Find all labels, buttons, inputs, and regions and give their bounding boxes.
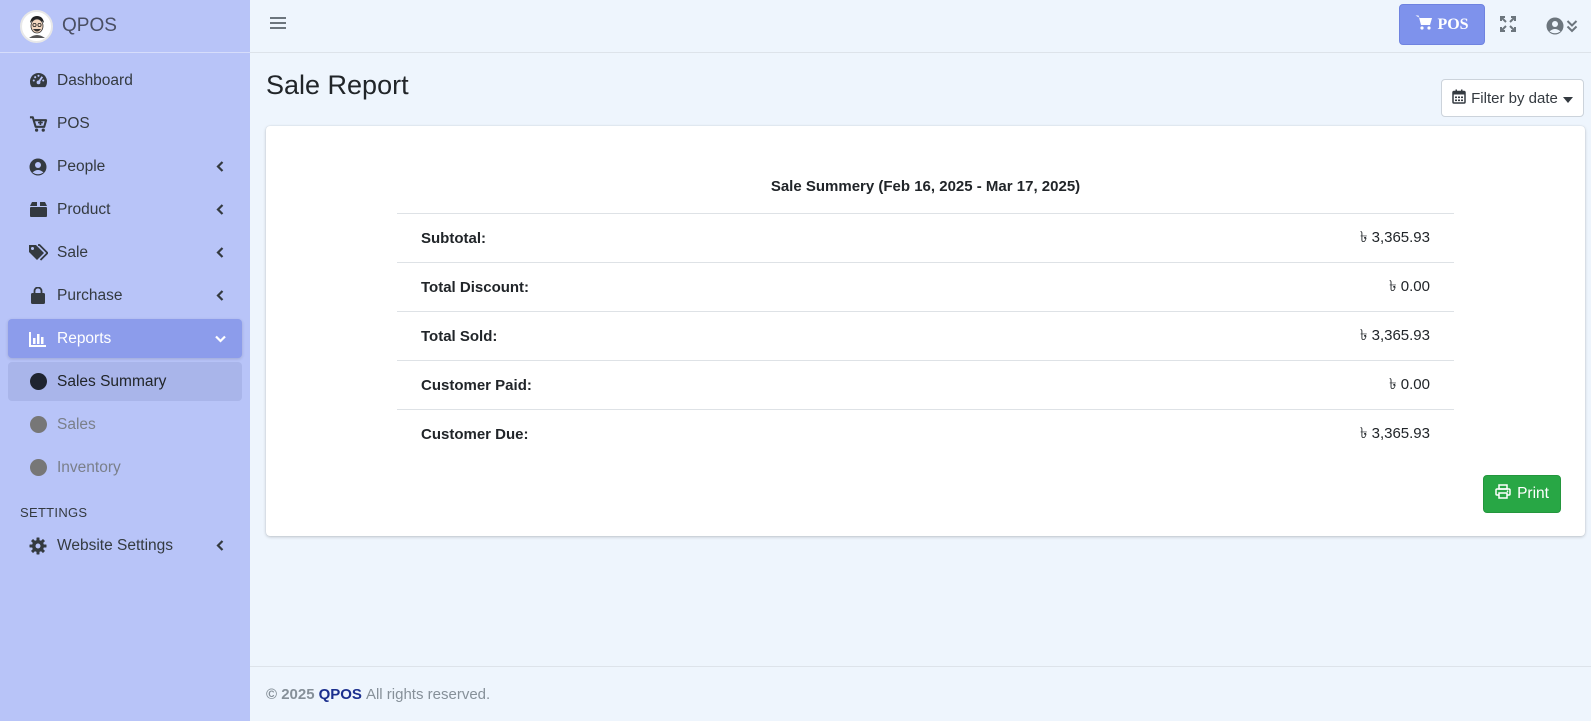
sidebar-item-label: Reports [57,329,112,347]
row-value: ৳ 0.00 [1003,262,1454,312]
brand-logo [20,9,53,43]
footer: © 2025 QPOS All rights reserved. [250,666,1591,721]
user-circle-icon [28,157,48,177]
row-label: Total Discount: [397,262,1004,312]
circle-icon [28,372,48,392]
row-value: ৳ 3,365.93 [1003,213,1454,263]
sidebar-item-dashboard[interactable]: Dashboard [8,61,242,100]
filter-by-date-button[interactable]: Filter by date [1441,79,1584,117]
footer-brand-link[interactable]: QPOS [319,686,362,703]
sidebar-item-label: Inventory [57,458,121,476]
row-label: Customer Due: [397,409,1004,459]
sidebar-item-label: POS [57,114,90,132]
page-title: Sale Report [266,70,409,100]
chevron-left-icon [214,540,226,552]
cart-plus-icon [28,114,48,134]
row-value: ৳ 0.00 [1003,360,1454,410]
chevron-left-icon [214,247,226,259]
sidebar-item-label: Sales [57,415,96,433]
box-icon [28,200,48,220]
row-value: ৳ 3,365.93 [1003,311,1454,361]
hamburger-menu-icon[interactable] [270,16,290,36]
sidebar-item-purchase[interactable]: Purchase [8,276,242,315]
sale-summary-card: Sale Summery (Feb 16, 2025 - Mar 17, 202… [266,126,1585,536]
chevron-left-icon [214,161,226,173]
top-navbar: POS [250,0,1591,53]
circle-icon [28,458,48,478]
sidebar-item-label: Dashboard [57,71,133,89]
sidebar: QPOS Dashboard POS People Product Sale P… [0,0,250,721]
chevron-left-icon [214,204,226,216]
sidebar-item-label: Website Settings [57,536,174,554]
row-label: Total Sold: [397,311,1004,361]
table-row: Customer Paid: ৳ 0.00 [397,360,1454,410]
sidebar-subitem-sales-summary[interactable]: Sales Summary [8,362,242,401]
row-label: Subtotal: [397,213,1004,263]
user-menu-icon[interactable] [1546,15,1582,37]
pos-button-label: POS [1437,15,1469,33]
printer-icon [1495,484,1511,504]
chevron-left-icon [214,290,226,302]
footer-copyright: © 2025 [266,685,315,703]
summary-title: Sale Summery (Feb 16, 2025 - Mar 17, 202… [770,178,1081,195]
sidebar-item-label: People [57,157,106,175]
shopping-cart-icon [1415,14,1433,35]
pos-button[interactable]: POS [1399,4,1485,45]
table-row: Customer Due: ৳ 3,365.93 [397,409,1454,459]
sidebar-item-website-settings[interactable]: Website Settings [8,526,242,565]
brand-name: QPOS [62,15,117,36]
brand[interactable]: QPOS [0,0,250,53]
table-row: Total Discount: ৳ 0.00 [397,262,1454,312]
row-value: ৳ 3,365.93 [1003,409,1454,459]
sidebar-item-pos[interactable]: POS [8,104,242,143]
sidebar-item-label: Product [57,200,111,218]
gear-icon [28,536,48,556]
table-row: Subtotal: ৳ 3,365.93 [397,213,1454,263]
sidebar-item-product[interactable]: Product [8,190,242,229]
tachometer-icon [28,71,48,91]
sidebar-item-people[interactable]: People [8,147,242,186]
shopping-bag-icon [28,286,48,306]
sidebar-item-reports[interactable]: Reports [8,319,242,358]
chevron-down-icon [214,333,226,345]
sidebar-nav: Dashboard POS People Product Sale Purcha… [0,53,250,565]
table-row: Total Sold: ৳ 3,365.93 [397,311,1454,361]
summary-table: Subtotal: ৳ 3,365.93 Total Discount: ৳ 0… [397,213,1454,459]
fullscreen-icon[interactable] [1500,16,1520,36]
caret-down-icon [1562,90,1573,107]
sidebar-subitem-inventory[interactable]: Inventory [8,448,242,487]
sidebar-item-label: Sale [57,243,89,261]
sidebar-item-sale[interactable]: Sale [8,233,242,272]
filter-by-date-label: Filter by date [1471,89,1558,107]
footer-rights: All rights reserved. [365,685,491,703]
tags-icon [28,243,48,263]
row-label: Customer Paid: [397,360,1004,410]
print-button-label: Print [1517,485,1549,502]
sidebar-item-label: Sales Summary [57,372,167,390]
calendar-icon [1452,89,1466,108]
sidebar-item-label: Purchase [57,286,123,304]
circle-icon [28,415,48,435]
sidebar-section-header: SETTINGS [20,505,88,520]
sidebar-subitem-sales[interactable]: Sales [8,405,242,444]
bar-chart-icon [28,329,48,349]
print-button[interactable]: Print [1483,475,1561,513]
